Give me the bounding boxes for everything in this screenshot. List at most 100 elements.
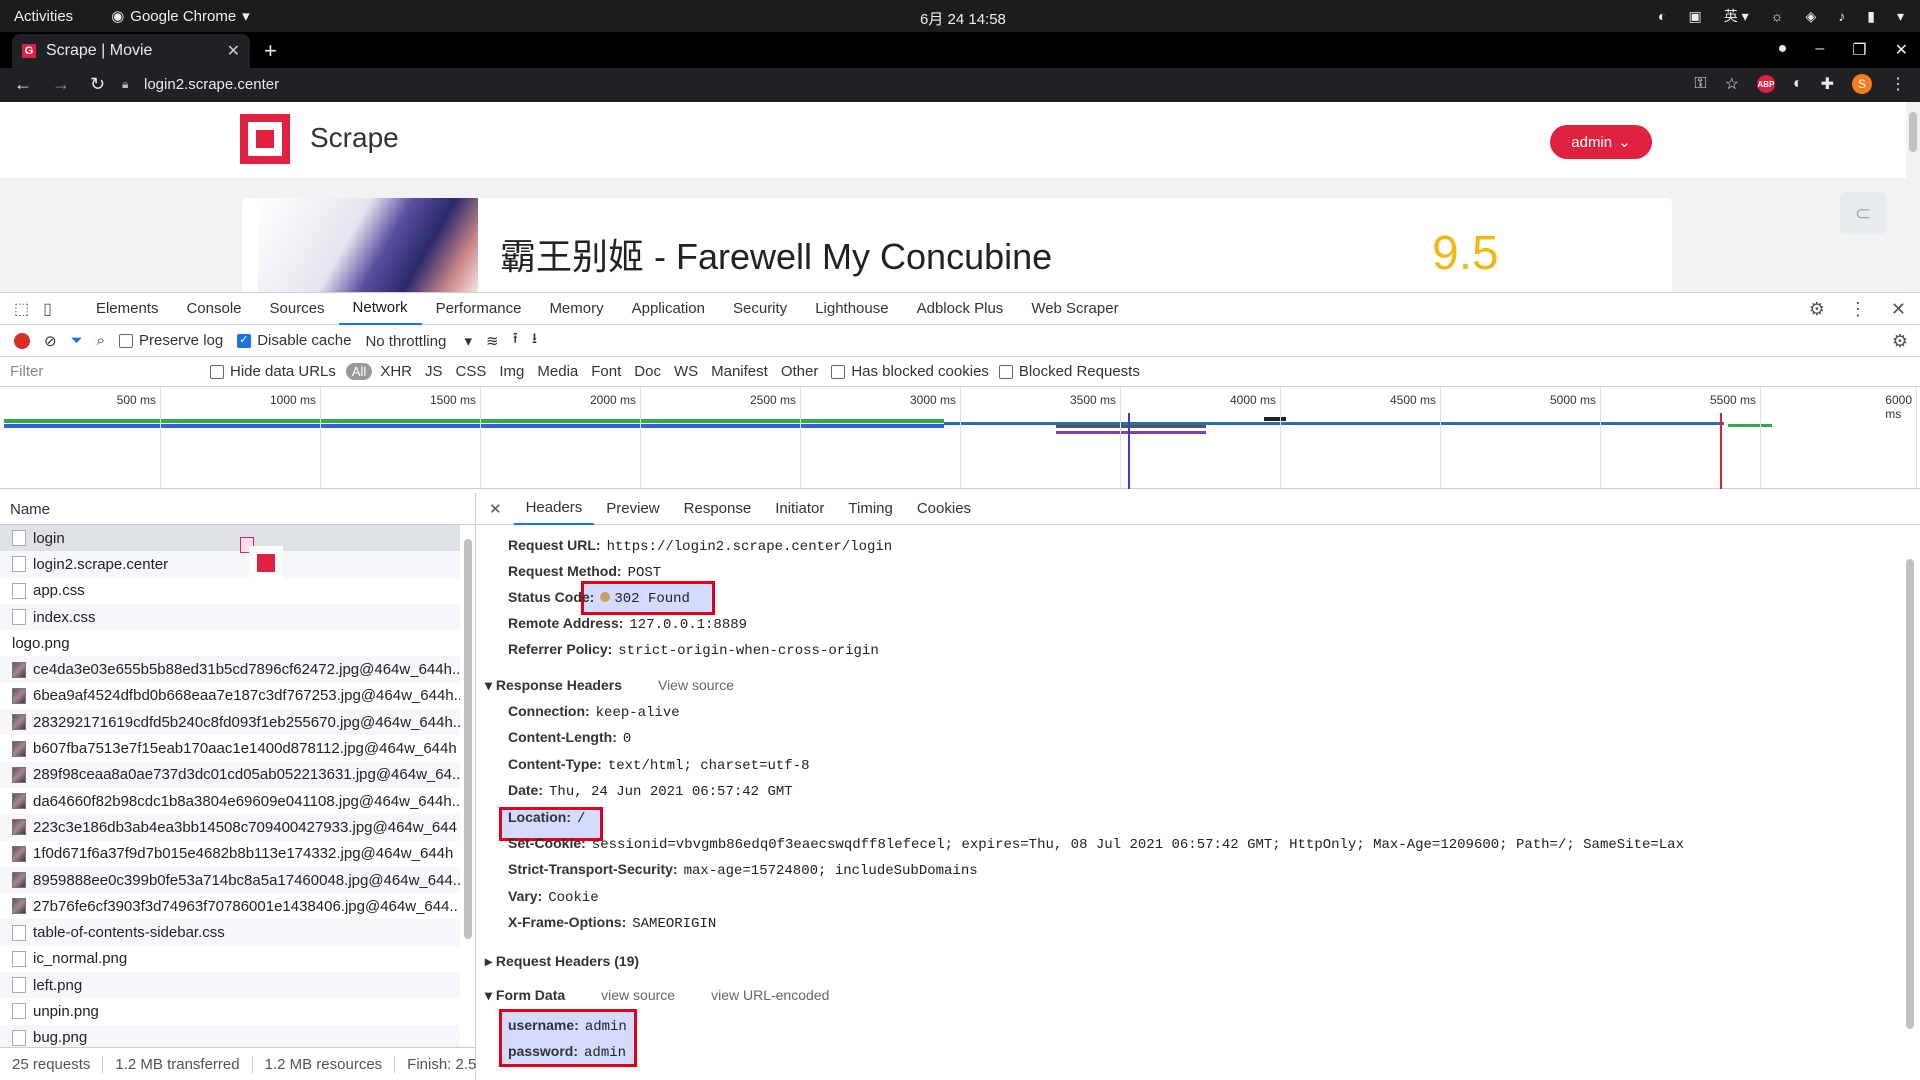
movie-card[interactable]: 霸王别姬 - Farewell My Concubine 9.5 — [242, 198, 1672, 292]
new-tab-button[interactable]: + — [264, 38, 277, 64]
response-header-row[interactable]: Content-Length: 0 — [508, 729, 631, 747]
extension-moon-icon[interactable]: ◐ — [1793, 75, 1803, 93]
filter-all-button[interactable]: All — [345, 363, 373, 380]
lock-icon[interactable]: 🔒︎ — [122, 77, 128, 92]
close-tab-icon[interactable]: ✕ — [227, 41, 240, 61]
filter-input[interactable]: Filter — [10, 363, 210, 380]
request-row[interactable]: app.css — [0, 578, 460, 604]
browser-tab[interactable]: G Scrape | Movie ✕ — [12, 34, 250, 68]
hide-data-urls-box[interactable] — [210, 364, 224, 379]
form-data-row[interactable]: username: admin — [508, 1017, 627, 1035]
response-header-row[interactable]: Location: / — [508, 809, 585, 827]
request-method-row[interactable]: Request Method: POST — [508, 563, 661, 581]
address-bar[interactable]: login2.scrape.center — [144, 76, 279, 93]
detail-tab-initiator[interactable]: Initiator — [763, 493, 836, 525]
devtools-tab-memory[interactable]: Memory — [535, 293, 617, 325]
forward-icon[interactable]: → — [52, 74, 70, 95]
activities-button[interactable]: Activities — [14, 8, 73, 25]
page-scrollbar[interactable] — [1906, 102, 1920, 292]
response-header-row[interactable]: Date: Thu, 24 Jun 2021 06:57:42 GMT — [508, 782, 793, 800]
settings-gear-icon[interactable]: ⚙ — [1809, 299, 1825, 320]
has-blocked-cookies-box[interactable] — [831, 364, 846, 379]
request-row[interactable]: 1f0d671f6a37f9d7b015e4682b8b113e174332.j… — [0, 841, 460, 867]
detail-tab-preview[interactable]: Preview — [594, 493, 671, 525]
devtools-tab-elements[interactable]: Elements — [82, 293, 173, 325]
request-list-scrollbar[interactable] — [461, 529, 473, 1045]
request-url-row[interactable]: Request URL: https://login2.scrape.center… — [508, 537, 892, 555]
search-icon[interactable]: ⌕ — [97, 332, 105, 349]
filter-type-xhr[interactable]: XHR — [380, 363, 412, 380]
request-row[interactable]: left.png — [0, 972, 460, 999]
detail-tab-cookies[interactable]: Cookies — [905, 493, 983, 525]
filter-type-other[interactable]: Other — [781, 363, 819, 380]
response-header-row[interactable]: Set-Cookie: sessionid=vbvgmb86edq0f3eaecs… — [508, 835, 1684, 853]
reload-icon[interactable]: ↻ — [90, 74, 105, 95]
request-row[interactable]: da64660f82b98cdc1b8a3804e69609e041108.jp… — [0, 788, 460, 814]
movie-poster[interactable] — [258, 198, 478, 292]
response-header-row[interactable]: Strict-Transport-Security: max-age=157248… — [508, 861, 978, 879]
status-code-row[interactable]: Status Code: 302 Found — [508, 589, 690, 607]
devtools-tab-console[interactable]: Console — [172, 293, 255, 325]
blocked-requests-checkbox[interactable]: Blocked Requests — [998, 363, 1140, 380]
floating-logo-button[interactable]: ⊂ — [1840, 192, 1886, 234]
filter-type-js[interactable]: JS — [425, 363, 443, 380]
request-row[interactable]: login — [0, 525, 460, 552]
close-window-icon[interactable]: ✕ — [1895, 40, 1908, 60]
filter-type-manifest[interactable]: Manifest — [711, 363, 768, 380]
maximize-icon[interactable]: ❐ — [1852, 40, 1866, 60]
menu-kebab-icon[interactable]: ⋮ — [1890, 74, 1906, 94]
response-header-row[interactable]: X-Frame-Options: SAMEORIGIN — [508, 914, 716, 932]
form-data-row[interactable]: password: admin — [508, 1043, 626, 1061]
request-row[interactable]: unpin.png — [0, 998, 460, 1024]
request-row[interactable]: b607fba7513e7f15eab170aac1e1400d878112.j… — [0, 735, 460, 761]
preserve-log-box[interactable] — [119, 333, 133, 348]
name-column-header[interactable]: Name — [0, 493, 475, 525]
blocked-requests-box[interactable] — [998, 364, 1013, 379]
form-data-section[interactable]: ▾ Form Data view source view URL-encoded — [485, 987, 829, 1004]
referrer-policy-row[interactable]: Referrer Policy: strict-origin-when-cross… — [508, 641, 879, 659]
movie-title[interactable]: 霸王别姬 - Farewell My Concubine — [500, 228, 1052, 280]
filter-type-doc[interactable]: Doc — [634, 363, 661, 380]
request-row[interactable]: table-of-contents-sidebar.css — [0, 919, 460, 946]
filter-funnel-icon[interactable]: ⏷ — [71, 332, 83, 349]
profile-circle-icon[interactable]: ● — [1778, 40, 1788, 60]
disable-cache-box[interactable] — [237, 333, 252, 348]
clear-icon[interactable]: ⊘ — [44, 332, 57, 350]
request-row[interactable]: 289f98ceaa8a0ae737d3dc01cd05ab052213631.… — [0, 761, 460, 788]
inspect-element-icon[interactable]: ⬚ — [14, 299, 29, 319]
request-row[interactable]: ce4da3e03e655b5b88ed31b5cd7896cf62472.jp… — [0, 656, 460, 683]
filter-type-font[interactable]: Font — [591, 363, 621, 380]
request-row[interactable]: 223c3e186db3ab4ea3bb14508c709400427933.j… — [0, 814, 460, 841]
close-devtools-icon[interactable]: ✕ — [1891, 299, 1906, 320]
minimize-icon[interactable]: – — [1815, 40, 1824, 60]
response-header-row[interactable]: Vary: Cookie — [508, 888, 599, 906]
request-headers-section[interactable]: ▸ Request Headers (19) — [485, 953, 639, 970]
request-row[interactable]: ic_normal.png — [0, 946, 460, 972]
import-har-icon[interactable]: ⭱ — [513, 328, 518, 353]
disable-cache-checkbox[interactable]: Disable cache — [237, 332, 351, 349]
devtools-tab-sources[interactable]: Sources — [256, 293, 339, 325]
detail-tab-response[interactable]: Response — [672, 493, 764, 525]
close-details-icon[interactable]: ✕ — [489, 500, 502, 518]
detail-tab-timing[interactable]: Timing — [836, 493, 904, 525]
update-icon[interactable]: ◐ — [1658, 8, 1666, 24]
devtools-tab-security[interactable]: Security — [719, 293, 801, 325]
devtools-tab-application[interactable]: Application — [618, 293, 719, 325]
devtools-tab-adblock-plus[interactable]: Adblock Plus — [903, 293, 1018, 325]
remote-address-row[interactable]: Remote Address: 127.0.0.1:8889 — [508, 615, 747, 633]
record-button[interactable] — [14, 332, 30, 349]
profile-avatar[interactable]: S — [1852, 74, 1872, 94]
request-row[interactable]: bug.png — [0, 1024, 460, 1047]
app-menu[interactable]: ◉ Google Chrome ▾ — [111, 7, 250, 26]
scrape-logo[interactable] — [240, 114, 290, 164]
more-options-icon[interactable]: ⋮ — [1849, 299, 1867, 320]
form-view-source-link[interactable]: view source — [601, 987, 675, 1003]
devtools-tab-network[interactable]: Network — [338, 293, 422, 325]
request-row[interactable]: 8959888ee0c399b0fe53a714bc8a5a17460048.j… — [0, 866, 460, 894]
request-row[interactable]: 27b76fe6cf3903f3d74963f70786001e1438406.… — [0, 893, 460, 919]
request-row[interactable]: 283292171619cdfd5b240c8fd093f1eb255670.j… — [0, 709, 460, 736]
extensions-puzzle-icon[interactable]: ✚ — [1821, 74, 1834, 94]
device-toolbar-icon[interactable]: ▯ — [43, 299, 52, 319]
has-blocked-cookies-checkbox[interactable]: Has blocked cookies — [831, 363, 989, 380]
response-header-row[interactable]: Content-Type: text/html; charset=utf-8 — [508, 756, 809, 774]
